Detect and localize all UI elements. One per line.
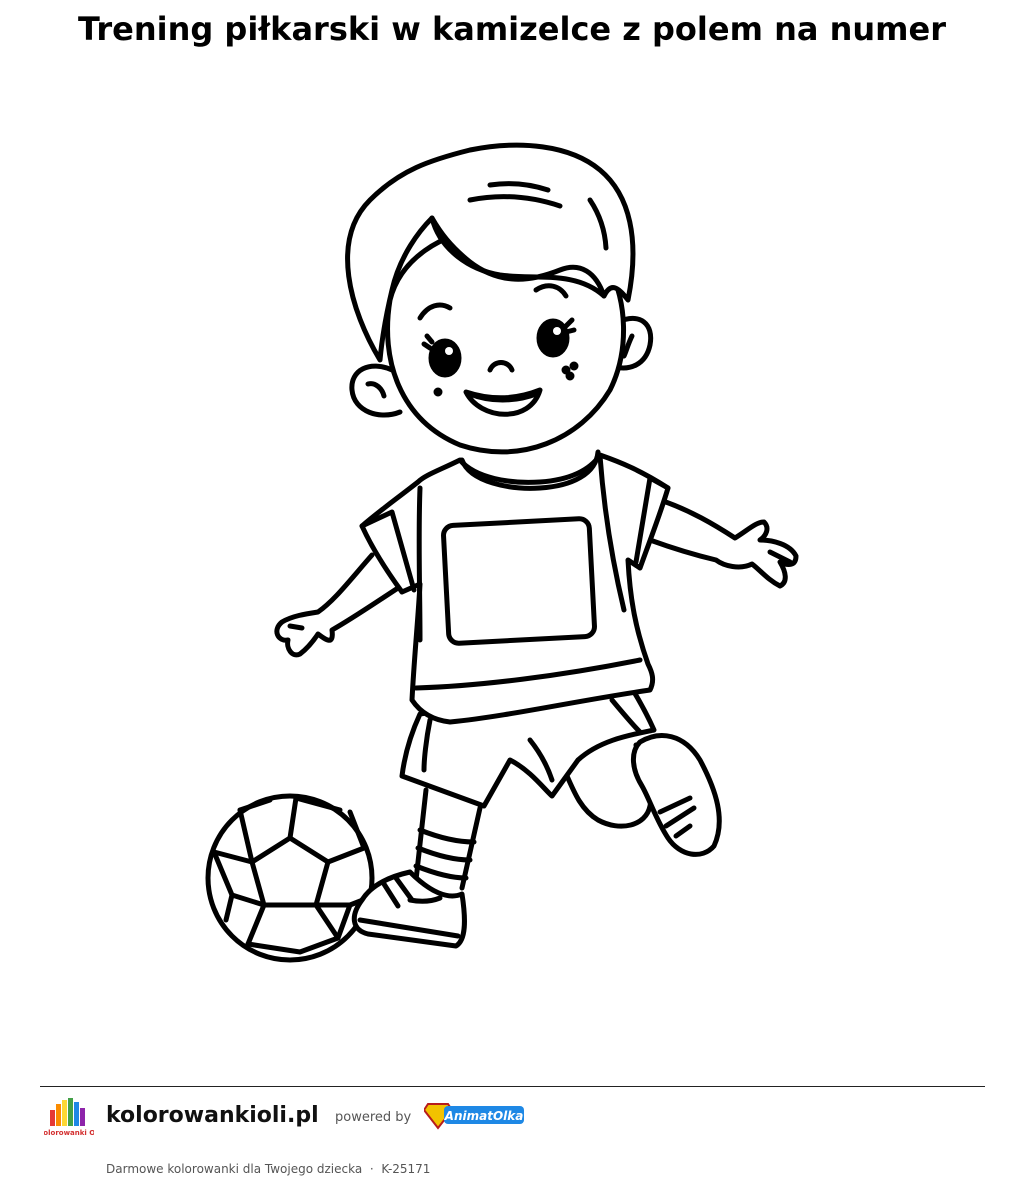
page-title: Trening piłkarski w kamizelce z polem na… (78, 10, 946, 48)
right-arm (647, 497, 799, 589)
footer-divider (40, 1086, 985, 1087)
soccer-ball (205, 793, 375, 963)
footer-tagline: Darmowe kolorowanki dla Twojego dziecka (106, 1162, 363, 1176)
page-code: K-25171 (381, 1162, 431, 1176)
site-logo-text: Kolorowanki Oli (44, 1129, 94, 1137)
site-logo[interactable]: Kolorowanki Oli (44, 1094, 94, 1140)
site-name[interactable]: kolorowankioli.pl (106, 1100, 319, 1132)
front-leg (413, 787, 483, 891)
shirt (359, 449, 671, 725)
head (345, 142, 654, 455)
partner-logo[interactable]: AnimatOlka (424, 1100, 526, 1132)
coloring-illustration (205, 142, 799, 963)
back-shoe (631, 733, 722, 857)
left-arm (274, 552, 401, 658)
footer-note: Darmowe kolorowanki dla Twojego dziecka … (106, 1161, 430, 1177)
partner-logo-text: AnimatOlka (444, 1109, 524, 1123)
powered-by-label: powered by (335, 1110, 412, 1125)
